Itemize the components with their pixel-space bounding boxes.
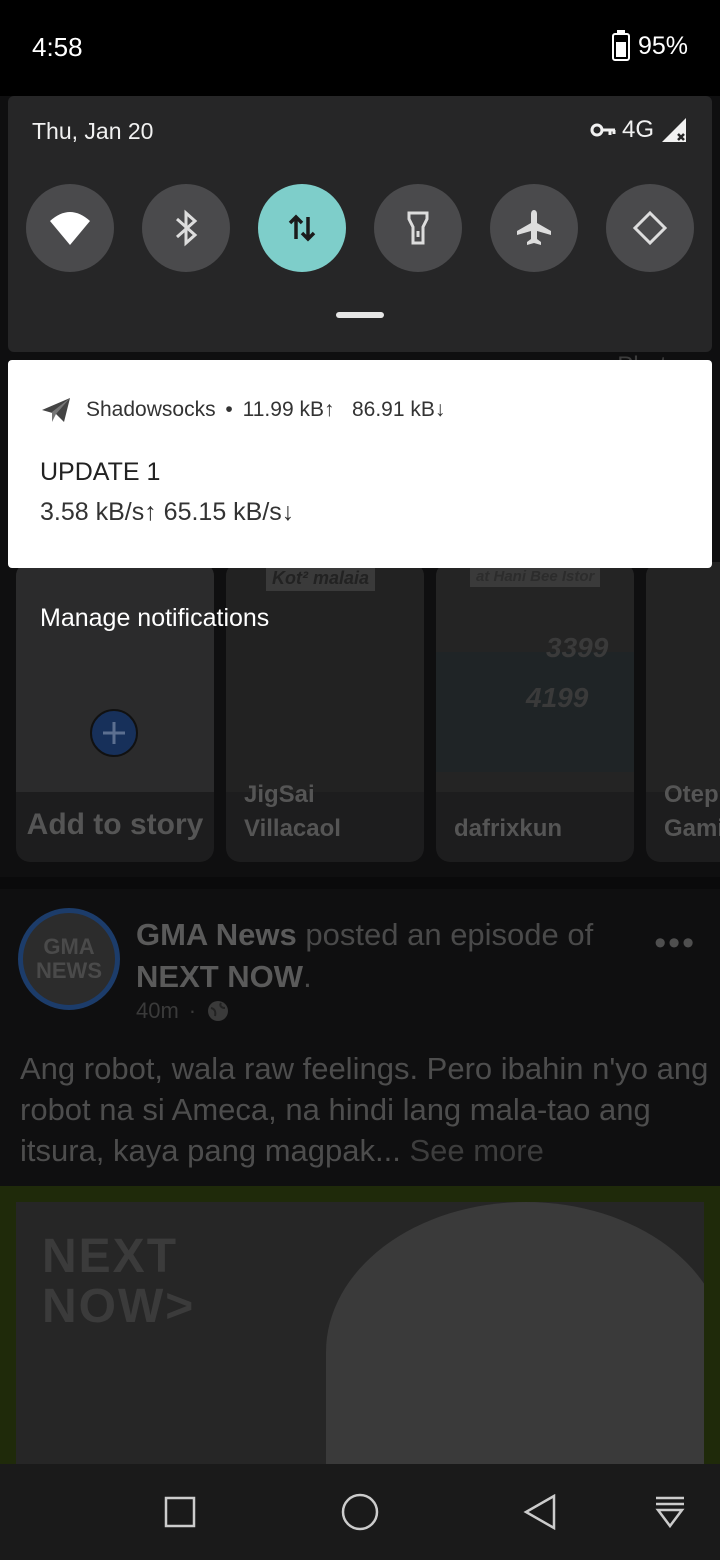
post-time: 40m (136, 998, 179, 1023)
status-bar: 4:58 95% (0, 0, 720, 96)
post-media[interactable]: NEXT NOW> (0, 1186, 720, 1464)
story-card[interactable]: 3399 4199 at Hani Bee Istor dafrixkun (436, 562, 634, 862)
feed-divider (0, 877, 720, 889)
post-more-options[interactable]: ••• (654, 924, 696, 963)
bluetooth-tile[interactable] (142, 184, 230, 272)
post-text[interactable]: Ang robot, wala raw feelings. Pero ibahi… (20, 1048, 710, 1171)
qs-expand-handle[interactable] (336, 312, 384, 318)
post-header: GMA News posted an episode of NEXT NOW. (136, 914, 636, 998)
flashlight-tile[interactable] (374, 184, 462, 272)
story-card[interactable]: Otep Gami (646, 562, 720, 862)
qs-date[interactable]: Thu, Jan 20 (32, 118, 153, 145)
battery-percent: 95% (637, 32, 688, 60)
download-total: 86.91 kB↓ (351, 398, 446, 421)
promo-price-text: 4199 (526, 682, 589, 713)
vpn-key-icon (590, 123, 616, 137)
airplane-icon (517, 210, 551, 245)
recents-icon (164, 1496, 196, 1528)
auto-rotate-tile[interactable] (606, 184, 694, 272)
promo-price-text: 3399 (546, 632, 609, 663)
home-icon (341, 1493, 379, 1531)
story-name: JigSai Villacaol (244, 781, 341, 842)
flashlight-icon (407, 211, 429, 245)
mobile-data-tile[interactable] (258, 184, 346, 272)
back-icon (523, 1494, 556, 1530)
recents-button[interactable] (156, 1488, 204, 1536)
meta-separator: · (188, 998, 197, 1023)
next-now-logo: NEXT NOW> (42, 1230, 196, 1333)
post-show[interactable]: NEXT NOW (136, 959, 303, 994)
notification-app-name: Shadowsocks (86, 398, 216, 421)
bluetooth-icon (176, 209, 198, 247)
home-button[interactable] (336, 1488, 384, 1536)
story-name: dafrixkun (454, 815, 563, 842)
story-image (646, 562, 720, 792)
story-caption: Kot² malaia (266, 566, 376, 591)
post-media-image: NEXT NOW> (16, 1202, 704, 1464)
gma-news-avatar[interactable]: GMA NEWS (18, 908, 120, 1010)
robot-face-image (326, 1202, 704, 1464)
shadowsocks-notification[interactable]: Shadowsocks • 11.99 kB↑ 86.91 kB↓ UPDATE… (8, 360, 712, 568)
post-meta: 40m · (136, 998, 230, 1024)
notification-shade-button[interactable] (646, 1488, 694, 1536)
globe-icon (208, 1001, 229, 1021)
story-caption: at Hani Bee Istor (470, 566, 601, 587)
upload-total: 11.99 kB↑ (242, 398, 335, 421)
story-add-label: Add to story (26, 808, 204, 841)
network-type: 4G (621, 116, 654, 143)
paper-plane-icon (42, 398, 70, 422)
plus-icon (90, 709, 138, 757)
see-more-link[interactable]: See more (409, 1133, 543, 1168)
quick-settings-panel: Thu, Jan 20 4G (8, 96, 712, 352)
notification-header: Shadowsocks • 11.99 kB↑ 86.91 kB↓ (40, 396, 445, 424)
post-action: posted an episode of (305, 917, 594, 952)
qs-tiles (26, 184, 696, 272)
rotate-icon (632, 210, 668, 246)
post-body: Ang robot, wala raw feelings. Pero ibahi… (20, 1051, 709, 1168)
data-arrows-icon (288, 214, 316, 242)
back-button[interactable] (516, 1488, 564, 1536)
qs-network-status: 4G (590, 116, 688, 144)
signal-icon (662, 118, 686, 142)
notification-title: UPDATE 1 (40, 458, 161, 486)
post-period: . (303, 959, 312, 994)
notification-shade-icon (655, 1496, 685, 1529)
battery-icon (611, 29, 630, 61)
wifi-tile[interactable] (26, 184, 114, 272)
airplane-tile[interactable] (490, 184, 578, 272)
post-author[interactable]: GMA News (136, 917, 297, 952)
notification-speeds: 3.58 kB/s↑ 65.15 kB/s↓ (40, 498, 295, 526)
story-name: Otep Gami (664, 781, 720, 842)
clock: 4:58 (32, 32, 83, 62)
story-image: 3399 4199 (436, 562, 634, 792)
manage-notifications-button[interactable]: Manage notifications (40, 604, 269, 633)
notification-separator: • (225, 398, 233, 421)
navigation-bar (0, 1464, 720, 1560)
status-icons: 95% (611, 29, 688, 61)
wifi-icon (50, 212, 90, 245)
story-image (226, 562, 424, 792)
